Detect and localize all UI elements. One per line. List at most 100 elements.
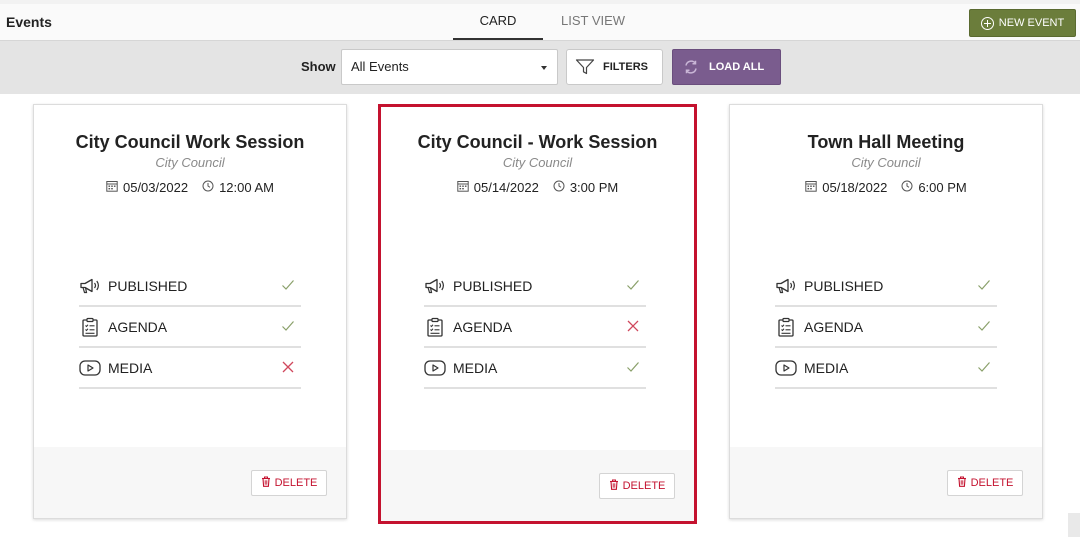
trash-icon xyxy=(261,476,271,490)
plus-circle-icon xyxy=(980,16,994,30)
card-title[interactable]: City Council - Work Session xyxy=(381,132,694,153)
card-meta: 05/03/2022 12:00 AM xyxy=(34,180,346,195)
trash-icon xyxy=(609,479,619,493)
card-title[interactable]: Town Hall Meeting xyxy=(730,132,1042,153)
load-all-label: LOAD ALL xyxy=(709,61,765,73)
date-info: 05/03/2022 xyxy=(106,180,188,195)
delete-button[interactable]: DELETE xyxy=(947,470,1023,496)
event-time: 12:00 AM xyxy=(219,180,274,195)
megaphone-icon xyxy=(79,276,101,296)
status-label: PUBLISHED xyxy=(453,277,533,294)
tab-list-view[interactable]: LIST VIEW xyxy=(552,4,634,40)
status-list: PUBLISHED AGENDA MEDIA xyxy=(79,266,301,389)
check-icon xyxy=(977,360,991,374)
top-bar: Events CARD VIEW LIST VIEW NEW EVENT xyxy=(0,0,1080,61)
status-label: MEDIA xyxy=(804,359,849,376)
trash-icon xyxy=(957,476,967,490)
status-label: AGENDA xyxy=(804,318,864,335)
show-label: Show xyxy=(301,59,336,74)
event-time: 6:00 PM xyxy=(918,180,967,195)
page-title: Events xyxy=(6,14,52,30)
status-row-published: PUBLISHED xyxy=(424,266,646,307)
tab-card-view[interactable]: CARD VIEW xyxy=(453,4,543,61)
status-label: MEDIA xyxy=(453,359,498,376)
filters-label: FILTERS xyxy=(603,61,649,73)
show-select-value: All Events xyxy=(351,59,409,74)
event-card[interactable]: City Council Work Session City Council 0… xyxy=(33,104,347,519)
calendar-icon xyxy=(805,180,817,195)
new-event-label: NEW EVENT xyxy=(998,17,1065,29)
clipboard-icon xyxy=(79,317,101,337)
clipboard-icon xyxy=(775,317,797,337)
check-icon xyxy=(626,278,640,292)
calendar-icon xyxy=(106,180,118,195)
status-label: PUBLISHED xyxy=(804,277,884,294)
delete-button[interactable]: DELETE xyxy=(251,470,327,496)
status-row-media: MEDIA xyxy=(775,348,997,389)
check-icon xyxy=(626,360,640,374)
clock-icon xyxy=(553,180,565,195)
cross-icon xyxy=(281,360,295,374)
refresh-icon xyxy=(685,60,697,74)
card-footer: DELETE xyxy=(730,447,1042,518)
clock-icon xyxy=(901,180,913,195)
card-meta: 05/14/2022 3:00 PM xyxy=(381,180,694,195)
play-icon xyxy=(424,358,446,378)
check-icon xyxy=(977,278,991,292)
delete-label: DELETE xyxy=(970,477,1014,489)
card-meta: 05/18/2022 6:00 PM xyxy=(730,180,1042,195)
scrollbar[interactable] xyxy=(1068,513,1080,537)
calendar-icon xyxy=(457,180,469,195)
status-row-published: PUBLISHED xyxy=(775,266,997,307)
load-all-button[interactable]: LOAD ALL xyxy=(672,49,781,85)
status-row-agenda: AGENDA xyxy=(79,307,301,348)
delete-button[interactable]: DELETE xyxy=(599,473,675,499)
status-row-published: PUBLISHED xyxy=(79,266,301,307)
megaphone-icon xyxy=(424,276,446,296)
event-card[interactable]: City Council - Work Session City Council… xyxy=(378,104,697,524)
card-footer: DELETE xyxy=(34,447,346,518)
date-info: 05/14/2022 xyxy=(457,180,539,195)
status-row-media: MEDIA xyxy=(424,348,646,389)
time-info: 6:00 PM xyxy=(901,180,967,195)
status-label: PUBLISHED xyxy=(108,277,188,294)
status-row-media: MEDIA xyxy=(79,348,301,389)
event-date: 05/14/2022 xyxy=(473,180,539,195)
card-footer: DELETE xyxy=(381,450,694,521)
card-organization: City Council xyxy=(155,155,225,170)
view-tabs: CARD VIEW LIST VIEW xyxy=(453,4,634,61)
status-label: AGENDA xyxy=(453,318,513,335)
card-organization: City Council xyxy=(502,155,573,170)
time-info: 12:00 AM xyxy=(202,180,274,195)
funnel-icon xyxy=(575,59,595,75)
delete-label: DELETE xyxy=(274,477,318,489)
play-icon xyxy=(79,358,101,378)
status-list: PUBLISHED AGENDA MEDIA xyxy=(775,266,997,389)
filter-bar: Show All Events FILTERS LOAD ALL xyxy=(0,41,1080,94)
cross-icon xyxy=(626,319,640,333)
new-event-button[interactable]: NEW EVENT xyxy=(969,9,1076,37)
card-title[interactable]: City Council Work Session xyxy=(34,132,346,153)
date-info: 05/18/2022 xyxy=(805,180,887,195)
filters-button[interactable]: FILTERS xyxy=(566,49,663,85)
status-row-agenda: AGENDA xyxy=(424,307,646,348)
clipboard-icon xyxy=(424,317,446,337)
event-date: 05/03/2022 xyxy=(122,180,189,195)
clock-icon xyxy=(202,180,214,195)
card-organization: City Council xyxy=(851,155,921,170)
time-info: 3:00 PM xyxy=(553,180,618,195)
check-icon xyxy=(281,278,295,292)
status-row-agenda: AGENDA xyxy=(775,307,997,348)
status-label: AGENDA xyxy=(108,318,168,335)
play-icon xyxy=(775,358,797,378)
check-icon xyxy=(977,319,991,333)
show-select[interactable]: All Events xyxy=(341,49,558,85)
status-label: MEDIA xyxy=(108,359,153,376)
event-date: 05/18/2022 xyxy=(822,180,888,195)
event-time: 3:00 PM xyxy=(569,180,619,195)
event-card[interactable]: Town Hall Meeting City Council 05/18/202… xyxy=(729,104,1043,519)
megaphone-icon xyxy=(775,276,797,296)
caret-down-icon xyxy=(541,66,547,70)
status-list: PUBLISHED AGENDA MEDIA xyxy=(424,266,646,389)
check-icon xyxy=(281,319,295,333)
